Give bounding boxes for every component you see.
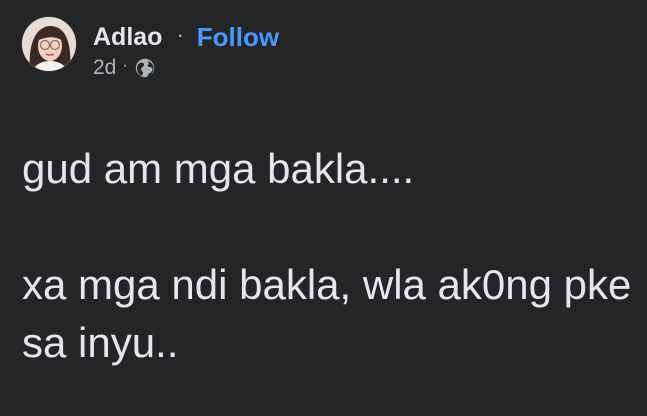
follow-button[interactable]: Follow — [197, 22, 279, 53]
post-timestamp[interactable]: 2d — [93, 56, 116, 80]
author-name[interactable]: Adlao — [93, 23, 162, 52]
globe-icon[interactable] — [134, 57, 156, 79]
post-text-paragraph: xa mga ndi bakla, wla ak0ng pke sa inyu.… — [22, 261, 632, 366]
name-separator: · — [176, 22, 184, 47]
post-body: gud am mga bakla.... xa mga ndi bakla, w… — [22, 140, 632, 372]
post-header: Adlao · Follow 2d · — [22, 17, 279, 79]
author-avatar[interactable] — [22, 17, 76, 71]
author-row: Adlao · Follow — [93, 21, 279, 53]
post-text-paragraph: gud am mga bakla.... — [22, 145, 415, 192]
post-meta: Adlao · Follow 2d · — [93, 21, 279, 81]
time-separator: · — [122, 57, 128, 74]
post-card: Adlao · Follow 2d · gud am mga bakla....… — [0, 0, 647, 416]
post-subinfo: 2d · — [93, 55, 279, 81]
